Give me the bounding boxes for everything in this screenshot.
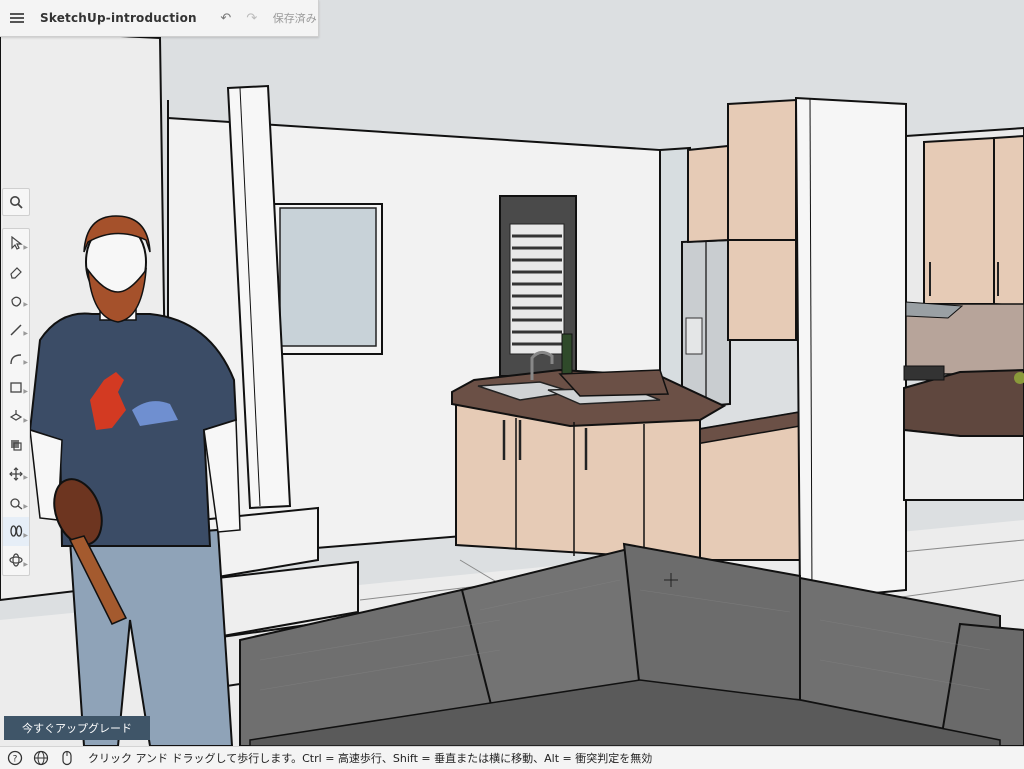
svg-text:?: ? xyxy=(13,755,18,765)
save-status: 保存済み xyxy=(272,12,317,25)
tool-eraser[interactable] xyxy=(3,258,29,287)
upgrade-button[interactable]: 今すぐアップグレード xyxy=(4,716,150,740)
window xyxy=(273,203,383,355)
move-icon xyxy=(9,466,23,481)
orbit-icon xyxy=(9,553,23,567)
mouse-icon[interactable] xyxy=(56,747,78,769)
offset-icon xyxy=(11,439,22,451)
tool-tape[interactable]: ▶ xyxy=(3,488,29,517)
tool-palette: ▶ ▶ ▶ ▶ ▶ ▶ ▶ ▶ ▶ ▶ xyxy=(2,228,30,576)
select-icon xyxy=(11,236,23,251)
tool-rectangle[interactable]: ▶ xyxy=(3,373,29,402)
document-title: SketchUp-introduction xyxy=(40,11,197,25)
search-icon xyxy=(10,196,23,209)
search-button[interactable] xyxy=(2,188,30,216)
tool-arc[interactable]: ▶ xyxy=(3,344,29,373)
paint-bucket-icon xyxy=(11,296,22,307)
model-viewport[interactable] xyxy=(0,0,1024,746)
tool-line[interactable]: ▶ xyxy=(3,315,29,344)
line-pencil-icon xyxy=(10,324,22,336)
rectangle-icon xyxy=(10,382,22,394)
tool-walk[interactable]: ▶ xyxy=(3,516,29,546)
tool-paint[interactable]: ▶ xyxy=(3,287,29,316)
redo-icon[interactable]: ↷ xyxy=(243,9,261,27)
status-bar: ? クリック アンド ドラッグして歩行します。Ctrl = 高速歩行、Shift… xyxy=(0,746,1024,769)
undo-icon[interactable]: ↶ xyxy=(217,9,235,27)
status-message: クリック アンド ドラッグして歩行します。Ctrl = 高速歩行、Shift =… xyxy=(88,752,653,765)
model-scene xyxy=(0,0,1024,746)
hamburger-icon xyxy=(10,13,24,23)
menu-button[interactable] xyxy=(0,0,34,36)
tool-pushpull[interactable]: ▶ xyxy=(3,402,29,431)
tool-offset[interactable] xyxy=(3,431,29,460)
title-bar: SketchUp-introduction ↶ ↷ 保存済み xyxy=(0,0,319,37)
tool-orbit[interactable]: ▶ xyxy=(3,546,29,575)
push-pull-icon xyxy=(9,410,23,421)
tape-measure-icon xyxy=(10,497,23,510)
tool-select[interactable]: ▶ xyxy=(3,229,29,258)
tool-move[interactable]: ▶ xyxy=(3,459,29,488)
arc-icon xyxy=(10,353,22,364)
globe-icon[interactable] xyxy=(30,747,52,769)
eraser-icon xyxy=(10,267,22,279)
help-icon[interactable]: ? xyxy=(4,747,26,769)
walk-icon xyxy=(10,525,23,538)
